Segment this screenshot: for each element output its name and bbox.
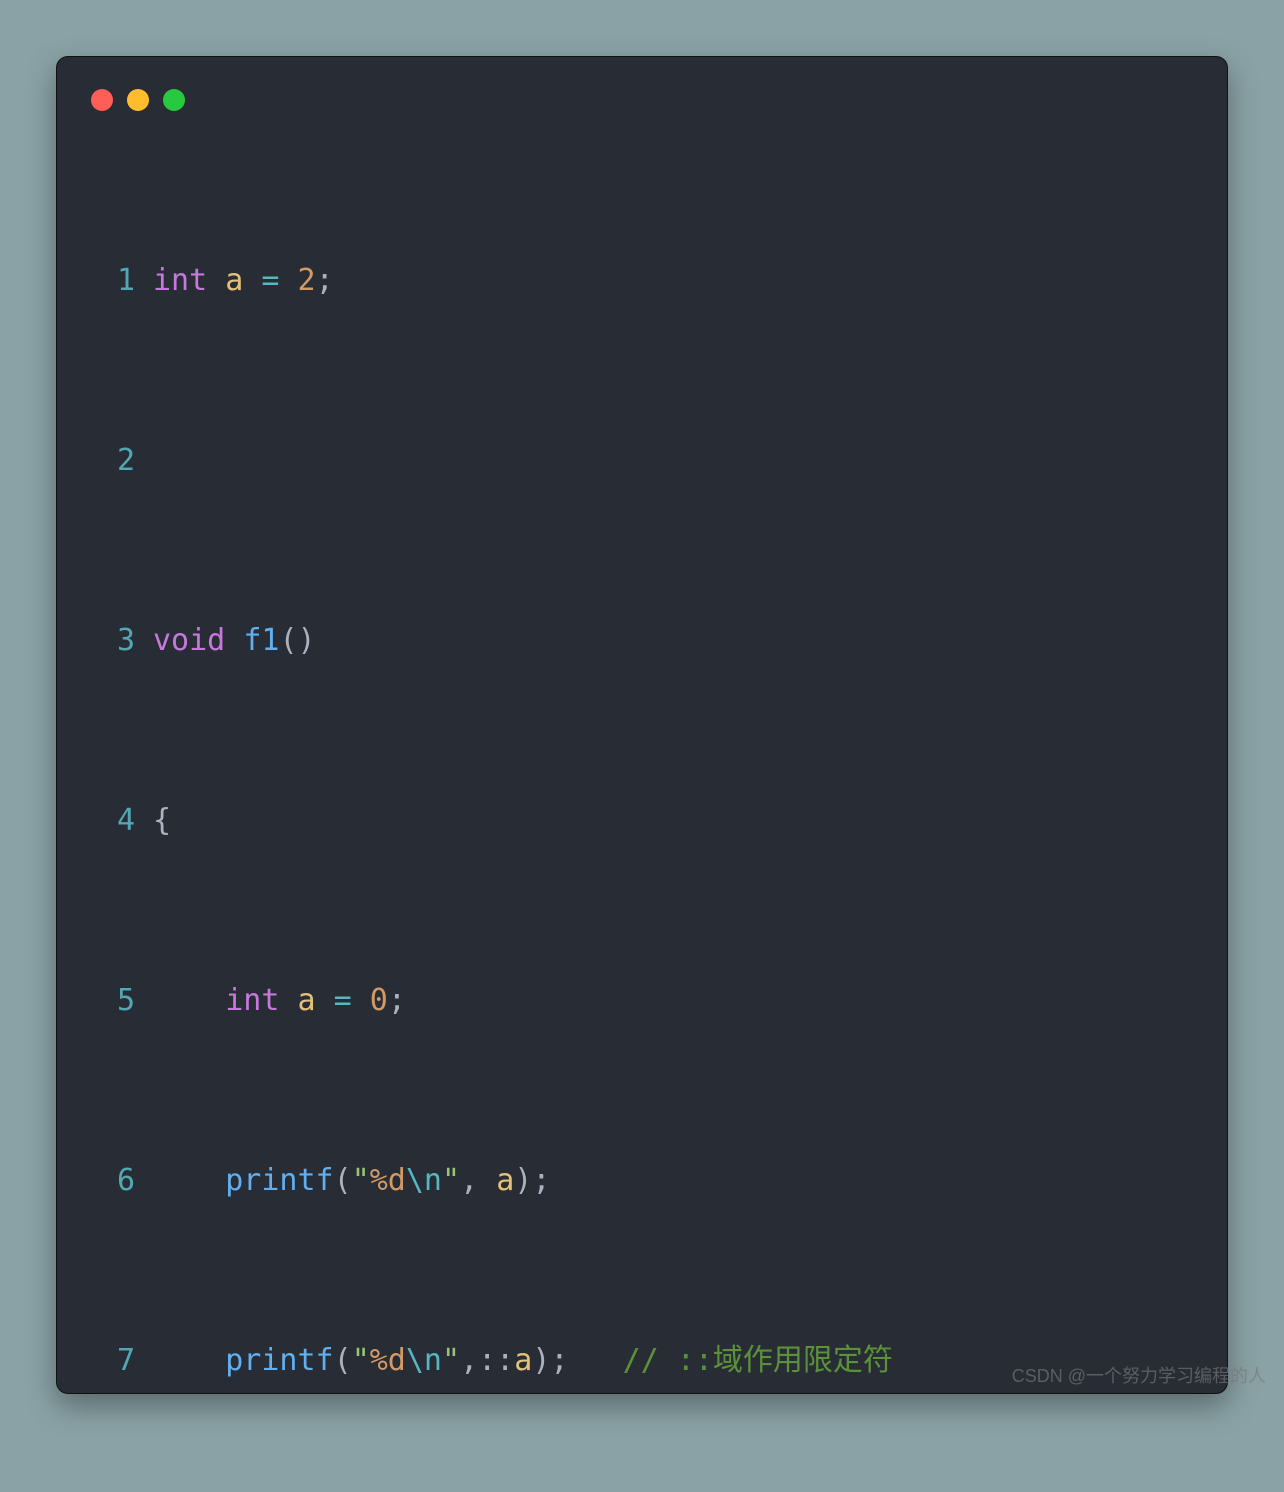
line-number: 4 xyxy=(85,791,153,851)
code-line: 1int a = 2; xyxy=(85,251,1199,311)
line-number: 2 xyxy=(85,431,153,491)
window-titlebar xyxy=(85,83,1199,131)
code-window: 1int a = 2; 2 3void f1() 4{ 5 int a = 0;… xyxy=(56,56,1228,1394)
line-number: 3 xyxy=(85,611,153,671)
maximize-icon[interactable] xyxy=(163,89,185,111)
minimize-icon[interactable] xyxy=(127,89,149,111)
code-line: 5 int a = 0; xyxy=(85,971,1199,1031)
watermark-text: CSDN @一个努力学习编程的人 xyxy=(1012,1362,1266,1388)
code-line: 4{ xyxy=(85,791,1199,851)
code-line: 3void f1() xyxy=(85,611,1199,671)
code-line: 6 printf("%d\n", a); xyxy=(85,1151,1199,1211)
code-comment: // ::域作用限定符 xyxy=(623,1343,893,1378)
line-number: 7 xyxy=(85,1331,153,1391)
line-number: 6 xyxy=(85,1151,153,1211)
code-line: 2 xyxy=(85,431,1199,491)
code-block: 1int a = 2; 2 3void f1() 4{ 5 int a = 0;… xyxy=(85,131,1199,1394)
line-number: 5 xyxy=(85,971,153,1031)
close-icon[interactable] xyxy=(91,89,113,111)
line-number: 1 xyxy=(85,251,153,311)
